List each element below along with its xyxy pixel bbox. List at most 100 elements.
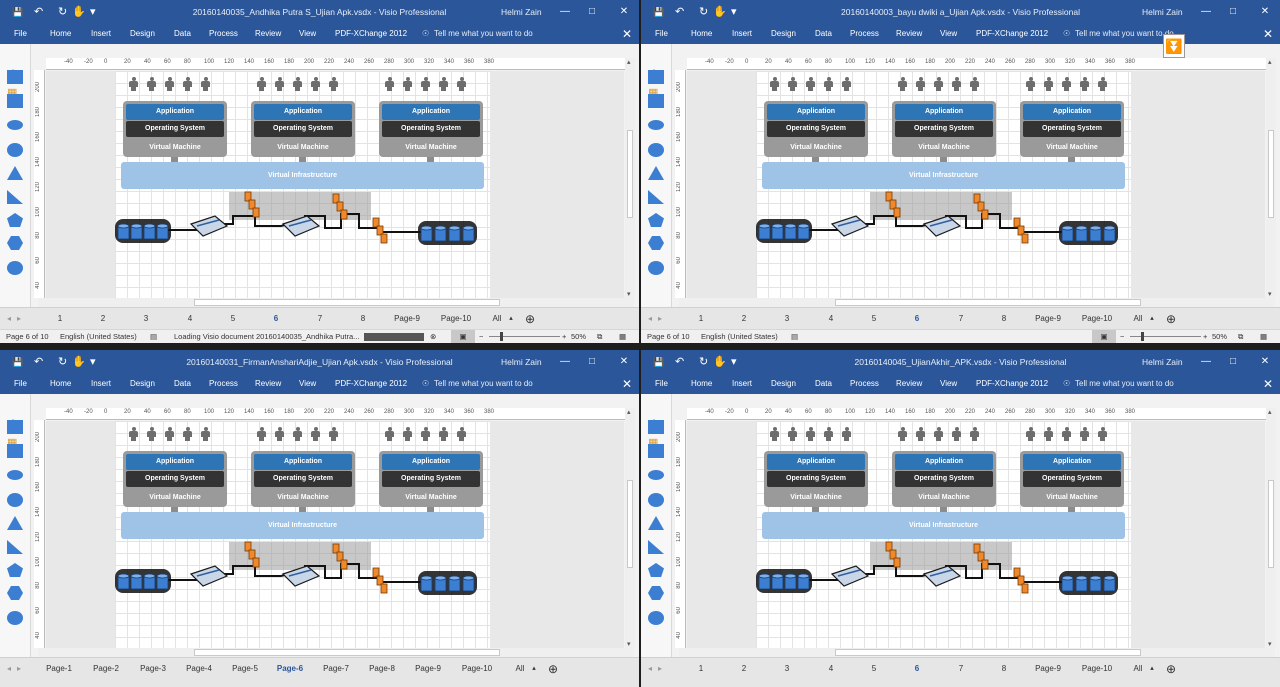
zoom-out-icon[interactable]: − <box>479 330 483 343</box>
ribbon-tab-insert[interactable]: Insert <box>91 374 111 394</box>
ribbon-tab-process[interactable]: Process <box>850 374 879 394</box>
ribbon-tab-review[interactable]: Review <box>896 24 922 44</box>
square-shape[interactable] <box>648 444 664 458</box>
ribbon-tab-data[interactable]: Data <box>174 374 191 394</box>
page-tab[interactable]: 1 <box>40 308 80 330</box>
ribbon-tab-view[interactable]: View <box>940 374 957 394</box>
ellipse-shape[interactable] <box>7 470 23 480</box>
maximize-icon[interactable]: □ <box>1223 0 1243 24</box>
horizontal-scrollbar[interactable] <box>38 648 634 657</box>
ribbon-tab-file[interactable]: File <box>14 24 27 44</box>
circle-shape[interactable] <box>7 493 23 507</box>
scroll-tabs-left-icon[interactable]: ◂ <box>4 658 14 680</box>
cloud-shape[interactable] <box>648 261 664 275</box>
maximize-icon[interactable]: □ <box>1223 350 1243 374</box>
close-window-icon[interactable]: ✕ <box>614 350 634 374</box>
ribbon-tab-insert[interactable]: Insert <box>732 24 752 44</box>
add-page-icon[interactable]: ⊕ <box>1164 658 1178 680</box>
switch-windows-icon[interactable]: ▦ <box>619 330 626 343</box>
rectangle-shape[interactable] <box>7 420 23 434</box>
hexagon-shape[interactable] <box>648 586 664 600</box>
horizontal-scrollbar[interactable] <box>679 648 1275 657</box>
page-tab[interactable]: 6 <box>897 658 937 680</box>
ribbon-tab-pdf-xchange-2012[interactable]: PDF-XChange 2012 <box>976 374 1048 394</box>
tell-me-search[interactable]: Tell me what you want to do <box>1075 374 1174 394</box>
ellipse-shape[interactable] <box>7 120 23 130</box>
scroll-thumb[interactable] <box>194 299 500 306</box>
page-tab[interactable]: 4 <box>811 308 851 330</box>
zoom-level[interactable]: 50% <box>1212 330 1227 343</box>
presentation-mode-icon[interactable]: ▣ <box>1092 330 1116 343</box>
drawing-page[interactable]: Application Operating System Virtual Machi… <box>756 421 1131 648</box>
all-pages-dropdown-icon[interactable]: ▴ <box>1148 658 1156 680</box>
page-tab[interactable]: 2 <box>724 308 764 330</box>
switch-windows-icon[interactable]: ▦ <box>1260 330 1267 343</box>
vertical-scrollbar[interactable]: ▴ ▾ <box>625 408 635 648</box>
page-number-status[interactable]: Page 6 of 10 <box>647 330 690 343</box>
add-page-icon[interactable]: ⊕ <box>546 658 560 680</box>
page-tab[interactable]: Page-9 <box>387 308 427 330</box>
close-ribbon-icon[interactable]: ✕ <box>622 374 632 394</box>
drawing-page[interactable]: Application Operating System Virtual Machi… <box>115 421 490 648</box>
scroll-down-icon[interactable]: ▾ <box>627 640 631 648</box>
zoom-in-icon[interactable]: + <box>1203 330 1207 343</box>
page-tab[interactable]: Page-9 <box>1028 308 1068 330</box>
square-shape[interactable] <box>7 444 23 458</box>
scroll-down-icon[interactable]: ▾ <box>1268 290 1272 298</box>
ribbon-tab-design[interactable]: Design <box>130 374 155 394</box>
drawing-page[interactable]: Application Operating System Virtual Machi… <box>115 71 490 298</box>
horizontal-scrollbar[interactable] <box>679 298 1275 307</box>
scroll-thumb[interactable] <box>835 649 1141 656</box>
presentation-mode-icon[interactable]: ▣ <box>451 330 475 343</box>
drawing-canvas[interactable]: Application Operating System Virtual Machi… <box>687 71 1265 298</box>
right-triangle-shape[interactable] <box>7 190 23 204</box>
page-tab[interactable]: Page-7 <box>316 658 356 680</box>
drawing-canvas[interactable]: Application Operating System Virtual Machi… <box>46 71 624 298</box>
triangle-shape[interactable] <box>648 166 664 180</box>
page-tab[interactable]: Page-10 <box>1077 658 1117 680</box>
all-pages-dropdown-icon[interactable]: ▴ <box>530 658 538 680</box>
scroll-thumb[interactable] <box>1268 480 1274 568</box>
ribbon-tab-review[interactable]: Review <box>255 24 281 44</box>
page-tab[interactable]: 7 <box>941 658 981 680</box>
page-tab[interactable]: 5 <box>854 658 894 680</box>
page-tab[interactable]: Page-10 <box>1077 308 1117 330</box>
ribbon-tab-home[interactable]: Home <box>691 374 712 394</box>
pentagon-shape[interactable] <box>7 213 23 227</box>
page-tab[interactable]: 6 <box>897 308 937 330</box>
all-pages-dropdown-icon[interactable]: ▴ <box>507 308 515 330</box>
circle-shape[interactable] <box>648 143 664 157</box>
ribbon-tab-review[interactable]: Review <box>896 374 922 394</box>
rectangle-shape[interactable] <box>7 70 23 84</box>
scroll-up-icon[interactable]: ▴ <box>627 408 631 416</box>
right-triangle-shape[interactable] <box>648 190 664 204</box>
scroll-down-icon[interactable]: ▾ <box>627 290 631 298</box>
vertical-scrollbar[interactable]: ▴ ▾ <box>1266 58 1276 298</box>
zoom-in-icon[interactable]: + <box>562 330 566 343</box>
page-tab[interactable]: Page-10 <box>457 658 497 680</box>
ribbon-tab-process[interactable]: Process <box>209 374 238 394</box>
ribbon-tab-pdf-xchange-2012[interactable]: PDF-XChange 2012 <box>335 374 407 394</box>
scroll-tabs-left-icon[interactable]: ◂ <box>645 658 655 680</box>
ribbon-tab-view[interactable]: View <box>299 24 316 44</box>
language-status[interactable]: English (United States) <box>701 330 778 343</box>
page-tab[interactable]: Page-9 <box>408 658 448 680</box>
close-ribbon-icon[interactable]: ✕ <box>1263 24 1273 44</box>
rectangle-shape[interactable] <box>648 70 664 84</box>
page-tab[interactable]: 3 <box>767 308 807 330</box>
ribbon-tab-pdf-xchange-2012[interactable]: PDF-XChange 2012 <box>976 24 1048 44</box>
horizontal-scrollbar[interactable] <box>38 298 634 307</box>
pentagon-shape[interactable] <box>7 563 23 577</box>
ellipse-shape[interactable] <box>648 120 664 130</box>
right-triangle-shape[interactable] <box>648 540 664 554</box>
ribbon-tab-review[interactable]: Review <box>255 374 281 394</box>
page-tab[interactable]: 4 <box>811 658 851 680</box>
add-page-icon[interactable]: ⊕ <box>1164 308 1178 330</box>
macro-icon[interactable]: ▤ <box>150 330 157 343</box>
ribbon-tab-design[interactable]: Design <box>771 24 796 44</box>
macro-icon[interactable]: ▤ <box>791 330 798 343</box>
page-tab[interactable]: 4 <box>170 308 210 330</box>
all-pages-dropdown-icon[interactable]: ▴ <box>1148 308 1156 330</box>
page-tab[interactable]: Page-10 <box>436 308 476 330</box>
hexagon-shape[interactable] <box>7 236 23 250</box>
